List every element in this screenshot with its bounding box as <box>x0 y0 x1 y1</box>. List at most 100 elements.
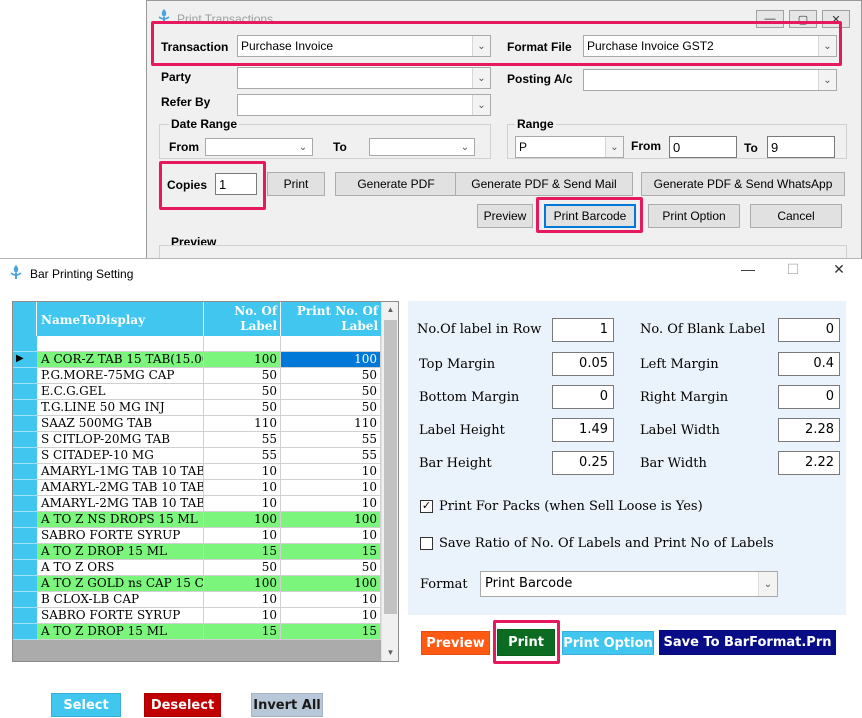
row-header[interactable]: ▶ <box>13 352 37 368</box>
grid-print-no-of-label-cell[interactable]: 10 <box>281 480 381 496</box>
right-margin-input[interactable]: 0 <box>778 385 840 409</box>
grid-no-of-label-cell[interactable]: 10 <box>204 592 281 608</box>
posting-dropdown[interactable]: ⌄ <box>583 69 837 91</box>
blank-label-input[interactable]: 0 <box>778 318 840 342</box>
save-ratio-checkbox[interactable] <box>420 537 433 550</box>
table-row[interactable]: A TO Z DROP 15 ML 15 15 <box>37 544 381 560</box>
grid-print-no-of-label-cell[interactable]: 50 <box>281 368 381 384</box>
grid-print-no-of-label-cell[interactable]: 100 <box>281 352 381 368</box>
grid-name-cell[interactable] <box>37 336 204 352</box>
grid-name-cell[interactable]: A COR-Z TAB 15 TAB(15.00 <box>37 352 204 368</box>
grid-name-cell[interactable]: SABRO FORTE SYRUP <box>37 528 204 544</box>
grid-no-of-label-cell[interactable]: 110 <box>204 416 281 432</box>
cancel-button[interactable]: Cancel <box>750 204 842 228</box>
grid-no-of-label-cell[interactable]: 100 <box>204 512 281 528</box>
row-header[interactable] <box>13 544 37 560</box>
grid-name-cell[interactable]: SABRO FORTE SYRUP <box>37 608 204 624</box>
grid-no-of-label-cell[interactable]: 100 <box>204 576 281 592</box>
grid-print-no-of-label-cell[interactable]: 10 <box>281 608 381 624</box>
grid-name-cell[interactable]: A TO Z NS DROPS 15 ML <box>37 512 204 528</box>
format-dropdown[interactable]: Print Barcode ⌄ <box>480 571 778 597</box>
row-header[interactable] <box>13 480 37 496</box>
row-header[interactable] <box>13 464 37 480</box>
table-row[interactable]: A TO Z ORS 50 50 <box>37 560 381 576</box>
grid-print-no-of-label-cell[interactable]: 15 <box>281 544 381 560</box>
grid-print-no-of-label-cell[interactable]: 55 <box>281 448 381 464</box>
grid-no-of-label-cell[interactable]: 10 <box>204 608 281 624</box>
row-header[interactable] <box>13 384 37 400</box>
table-row[interactable]: A TO Z DROP 15 ML 15 15 <box>37 624 381 640</box>
grid-print-no-of-label-cell[interactable]: 10 <box>281 496 381 512</box>
print-for-packs-checkbox[interactable]: ✓ <box>420 500 433 513</box>
date-from-picker[interactable]: ⌄ <box>205 138 313 156</box>
table-row[interactable]: A TO Z NS DROPS 15 ML 100 100 <box>37 512 381 528</box>
row-header[interactable] <box>13 400 37 416</box>
grid-print-no-of-label-cell[interactable] <box>281 336 381 352</box>
grid-no-of-label-cell[interactable]: 15 <box>204 544 281 560</box>
bar-width-input[interactable]: 2.22 <box>778 451 840 475</box>
grid-name-cell[interactable]: S CITLOP-20MG TAB <box>37 432 204 448</box>
select-button[interactable]: Select <box>51 693 121 717</box>
left-margin-input[interactable]: 0.4 <box>778 352 840 376</box>
label-width-input[interactable]: 2.28 <box>778 418 840 442</box>
row-header[interactable] <box>13 432 37 448</box>
refer-by-dropdown[interactable]: ⌄ <box>237 94 491 116</box>
table-row[interactable]: S CITLOP-20MG TAB 55 55 <box>37 432 381 448</box>
grid-print-no-of-label-cell[interactable]: 50 <box>281 384 381 400</box>
row-header[interactable] <box>13 592 37 608</box>
grid-name-cell[interactable]: S CITADEP-10 MG <box>37 448 204 464</box>
grid-print-no-of-label-cell[interactable]: 15 <box>281 624 381 640</box>
save-to-barformat-button[interactable]: Save To BarFormat.Prn <box>659 630 836 655</box>
range-type-dropdown[interactable]: P ⌄ <box>515 136 624 158</box>
generate-pdf-mail-button[interactable]: Generate PDF & Send Mail <box>455 172 633 196</box>
preview-button[interactable]: Preview <box>421 631 490 655</box>
generate-pdf-whatsapp-button[interactable]: Generate PDF & Send WhatsApp <box>641 172 845 196</box>
row-header[interactable] <box>13 368 37 384</box>
deselect-button[interactable]: Deselect <box>144 693 221 717</box>
table-row[interactable]: A COR-Z TAB 15 TAB(15.00 100 100 <box>37 352 381 368</box>
table-row[interactable]: AMARYL-1MG TAB 10 TAB 10 10 <box>37 464 381 480</box>
table-row[interactable]: AMARYL-2MG TAB 10 TAB 10 10 <box>37 480 381 496</box>
grid-no-of-label-cell[interactable]: 50 <box>204 384 281 400</box>
grid-print-no-of-label-cell[interactable]: 50 <box>281 560 381 576</box>
grid-no-of-label-cell[interactable]: 55 <box>204 448 281 464</box>
row-header[interactable] <box>13 512 37 528</box>
table-row[interactable]: B CLOX-LB CAP 10 10 <box>37 592 381 608</box>
maximize-button[interactable]: ☐ <box>781 261 805 278</box>
party-dropdown[interactable]: ⌄ <box>237 67 491 89</box>
grid-no-of-label-cell[interactable]: 10 <box>204 480 281 496</box>
row-header[interactable] <box>13 624 37 640</box>
row-header[interactable] <box>13 496 37 512</box>
row-header[interactable] <box>13 448 37 464</box>
scroll-up-icon[interactable]: ▲ <box>382 302 398 318</box>
grid-no-of-label-cell[interactable]: 10 <box>204 464 281 480</box>
row-header[interactable] <box>13 528 37 544</box>
print-option-button[interactable]: Print Option <box>562 631 654 655</box>
grid-name-cell[interactable]: E.C.G.GEL <box>37 384 204 400</box>
bottom-margin-input[interactable]: 0 <box>552 385 614 409</box>
grid-name-cell[interactable]: A TO Z ORS <box>37 560 204 576</box>
grid-name-cell[interactable]: AMARYL-1MG TAB 10 TAB <box>37 464 204 480</box>
grid-no-of-label-cell[interactable]: 50 <box>204 368 281 384</box>
row-header[interactable] <box>13 576 37 592</box>
row-header[interactable] <box>13 416 37 432</box>
bar-height-input[interactable]: 0.25 <box>552 451 614 475</box>
grid-print-no-of-label-cell[interactable]: 10 <box>281 464 381 480</box>
grid-no-of-label-cell[interactable]: 10 <box>204 528 281 544</box>
grid-name-cell[interactable]: AMARYL-2MG TAB 10 TAB <box>37 496 204 512</box>
grid-name-cell[interactable]: P.G.MORE-75MG CAP <box>37 368 204 384</box>
row-header[interactable] <box>13 336 37 352</box>
grid-print-no-of-label-cell[interactable]: 100 <box>281 576 381 592</box>
top-margin-input[interactable]: 0.05 <box>552 352 614 376</box>
table-row[interactable]: SABRO FORTE SYRUP 10 10 <box>37 528 381 544</box>
grid-no-of-label-cell[interactable]: 100 <box>204 352 281 368</box>
table-row[interactable]: SAAZ 500MG TAB 110 110 <box>37 416 381 432</box>
row-header[interactable] <box>13 608 37 624</box>
grid-no-of-label-cell[interactable]: 10 <box>204 496 281 512</box>
scrollbar-thumb[interactable] <box>384 320 397 614</box>
grid-no-of-label-cell[interactable]: 50 <box>204 400 281 416</box>
table-row[interactable]: T.G.LINE 50 MG INJ 50 50 <box>37 400 381 416</box>
minimize-button[interactable]: — <box>736 261 760 277</box>
label-height-input[interactable]: 1.49 <box>552 418 614 442</box>
labels-in-row-input[interactable]: 1 <box>552 318 614 342</box>
